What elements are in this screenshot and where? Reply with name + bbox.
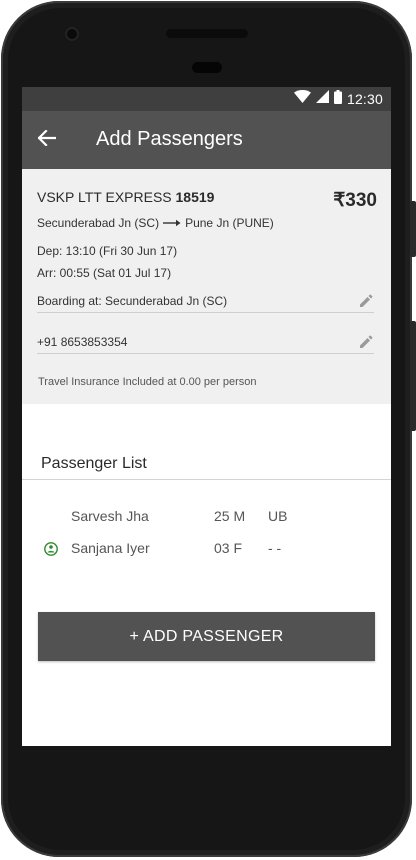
passenger-row[interactable]: Sarvesh Jha 25 M UB xyxy=(22,505,391,529)
passenger-berth: UB xyxy=(268,508,288,524)
passenger-list-title: Passenger List xyxy=(41,455,147,472)
arrow-back-icon xyxy=(37,128,57,151)
power-button xyxy=(410,321,416,431)
wifi-icon xyxy=(293,90,311,108)
senior-citizen-icon xyxy=(44,542,58,556)
to-station: Pune Jn (PUNE) xyxy=(185,216,274,230)
phone-number: +91 8653853354 xyxy=(37,335,128,349)
fare-amount: ₹330 xyxy=(333,190,377,211)
route: Secunderabad Jn (SC) Pune Jn (PUNE) xyxy=(37,216,274,230)
passenger-name: Sanjana Iyer xyxy=(71,540,150,556)
front-camera xyxy=(67,29,77,39)
passenger-berth: - - xyxy=(268,540,282,556)
cell-signal-icon xyxy=(315,90,329,108)
passenger-age-gender: 25 M xyxy=(214,508,246,524)
train-number: 18519 xyxy=(175,189,215,205)
divider xyxy=(22,479,391,480)
train-name-text: VSKP LTT EXPRESS xyxy=(37,189,172,205)
boarding-field[interactable]: Boarding at: Secunderabad Jn (SC) xyxy=(37,292,374,313)
volume-button xyxy=(410,201,416,257)
edit-boarding-icon[interactable] xyxy=(358,293,374,309)
arrival-time: Arr: 00:55 (Sat 01 Jul 17) xyxy=(37,266,172,280)
add-passenger-button[interactable]: + ADD PASSENGER xyxy=(38,612,375,661)
back-button[interactable] xyxy=(32,125,62,155)
battery-icon xyxy=(333,89,342,109)
train-name: VSKP LTT EXPRESS 18519 xyxy=(37,189,214,205)
stage: 12:30 Add Passengers VSKP LTT EXPRESS 18… xyxy=(0,0,416,860)
journey-card: VSKP LTT EXPRESS 18519 ₹330 Secunderabad… xyxy=(22,169,391,404)
passenger-age-gender: 03 F xyxy=(214,540,243,556)
status-icons: 12:30 xyxy=(293,89,383,109)
page-title: Add Passengers xyxy=(96,128,243,150)
departure-time: Dep: 13:10 (Fri 30 Jun 17) xyxy=(37,244,178,258)
app-bar: Add Passengers xyxy=(22,111,391,169)
status-bar: 12:30 xyxy=(22,87,391,111)
phone-field[interactable]: +91 8653853354 xyxy=(37,333,374,354)
screen: 12:30 Add Passengers VSKP LTT EXPRESS 18… xyxy=(22,87,391,746)
passenger-row[interactable]: Sanjana Iyer 03 F - - xyxy=(22,537,391,561)
earpiece-speaker xyxy=(166,29,248,38)
proximity-sensor xyxy=(192,62,222,73)
insurance-note: Travel Insurance Included at 0.00 per pe… xyxy=(38,376,257,388)
from-station: Secunderabad Jn (SC) xyxy=(37,216,160,230)
passenger-name: Sarvesh Jha xyxy=(71,508,149,524)
status-time: 12:30 xyxy=(346,91,383,107)
boarding-text: Boarding at: Secunderabad Jn (SC) xyxy=(37,294,228,308)
arrow-right-icon xyxy=(163,216,181,230)
edit-phone-icon[interactable] xyxy=(358,334,374,350)
